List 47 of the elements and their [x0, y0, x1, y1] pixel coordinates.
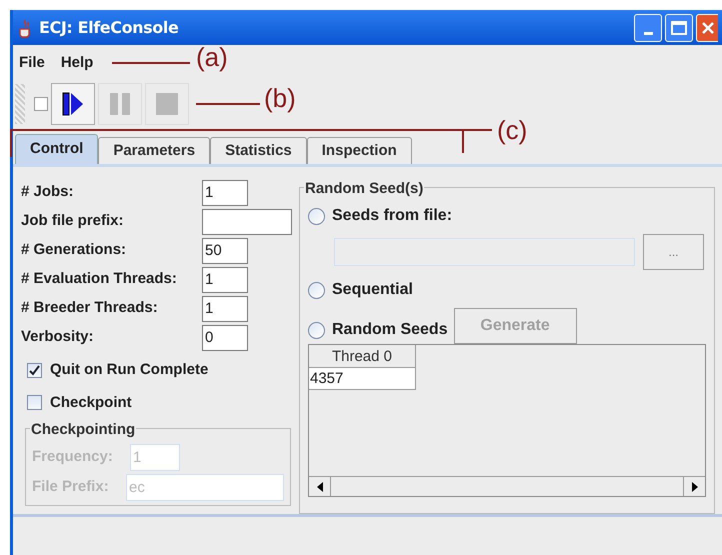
checkbox[interactable]: [27, 395, 42, 410]
table-cell: 4357: [309, 368, 416, 390]
input-field[interactable]: 0: [202, 324, 248, 350]
input-field[interactable]: [202, 208, 292, 234]
toolbar-grip: [15, 84, 25, 124]
radio-button[interactable]: [308, 322, 325, 338]
input-field[interactable]: 1: [202, 296, 248, 322]
stop-icon: [153, 90, 181, 118]
radio-label: Seeds from file:: [332, 206, 452, 226]
checkbox[interactable]: [34, 97, 48, 111]
radio-label: Sequential: [332, 280, 413, 300]
maximize-button[interactable]: [665, 14, 693, 42]
field-label: # Breeder Threads:: [21, 298, 159, 318]
field-label: # Jobs:: [21, 182, 75, 202]
checkbox-label: Checkpoint: [50, 392, 132, 412]
checkbox-label: Quit on Run Complete: [50, 360, 208, 380]
radio-button[interactable]: [308, 208, 325, 224]
tab[interactable]: Statistics: [210, 137, 307, 164]
tab[interactable]: Control: [15, 134, 98, 164]
field-label: # Generations:: [21, 240, 128, 260]
field-label: Job file prefix:: [21, 211, 125, 232]
checkbox[interactable]: [27, 362, 42, 378]
tab[interactable]: Inspection: [306, 137, 412, 164]
column-header[interactable]: Thread 0: [309, 345, 416, 368]
annotation-label: (c): [497, 117, 528, 143]
tab[interactable]: Parameters: [98, 137, 210, 164]
annotation-label: (a): [196, 44, 228, 70]
input-field[interactable]: 1: [202, 180, 248, 206]
input-field[interactable]: 50: [202, 238, 248, 264]
window-title: ECJ: ElfeConsole: [39, 16, 178, 38]
right-arrow-icon: [690, 482, 698, 492]
radio-label: Random Seeds: [332, 320, 448, 340]
input-field[interactable]: 1: [202, 266, 248, 292]
close-icon: [700, 20, 714, 34]
menu-item[interactable]: File: [19, 52, 45, 74]
leader-line: [196, 103, 260, 105]
minimize-button[interactable]: [634, 14, 662, 42]
horizontal-scrollbar[interactable]: [309, 476, 705, 496]
field-label: Verbosity:: [21, 327, 95, 348]
left-arrow-icon: [316, 482, 324, 492]
close-button[interactable]: [696, 14, 718, 42]
annotation-label: (b): [264, 85, 296, 111]
field-label: # Evaluation Threads:: [21, 269, 178, 290]
menu-item[interactable]: Help: [60, 52, 94, 74]
play-button[interactable]: [51, 83, 95, 125]
browse-button[interactable]: ...: [643, 234, 704, 270]
radio-button[interactable]: [308, 282, 325, 298]
